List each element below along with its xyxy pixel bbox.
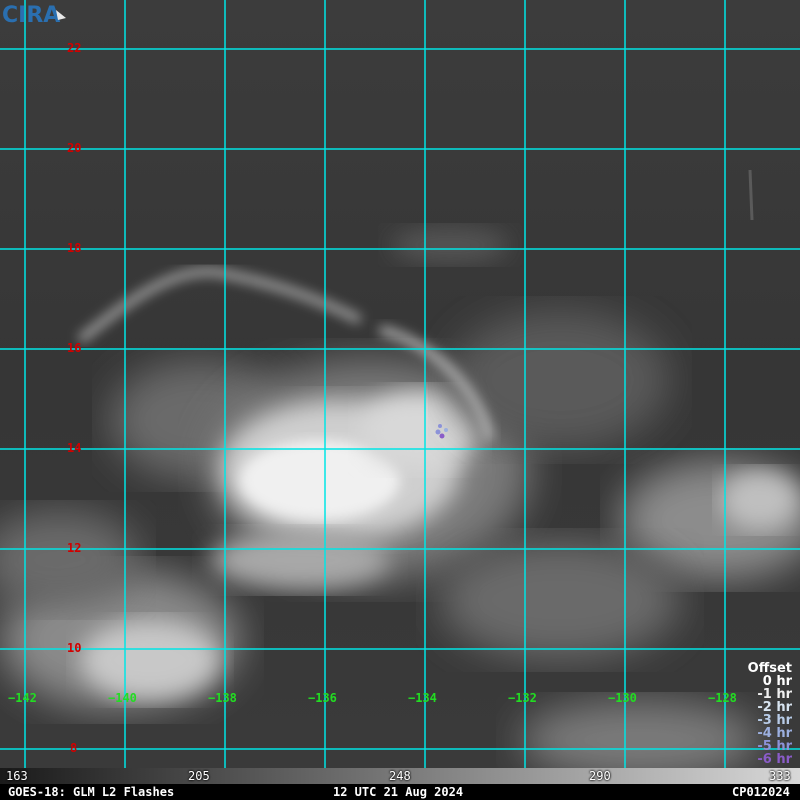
satellite-map: 22 20 18 16 14 12 10 8 −142 −140 −138 −1… bbox=[0, 0, 800, 768]
lat-label-16: 16 bbox=[67, 341, 82, 355]
lat-label-20: 20 bbox=[67, 141, 82, 155]
lat-label-8: 8 bbox=[70, 741, 78, 755]
product-label: GOES-18: GLM L2 Flashes bbox=[8, 785, 175, 799]
lon-label-134: −134 bbox=[408, 691, 437, 705]
timestamp-label: 12 UTC 21 Aug 2024 bbox=[333, 785, 464, 799]
logo-text: CIRA bbox=[2, 3, 60, 28]
lat-label-18: 18 bbox=[67, 241, 82, 255]
lat-label-10: 10 bbox=[67, 641, 82, 655]
offset-legend: Offset 0 hr -1 hr -2 hr -3 hr -4 hr -5 h… bbox=[748, 662, 792, 766]
lat-label-22: 22 bbox=[67, 41, 82, 55]
lon-label-130: −130 bbox=[608, 691, 637, 705]
scale-tick-163: 163 bbox=[6, 769, 28, 783]
lon-label-138: −138 bbox=[208, 691, 237, 705]
scale-tick-248: 248 bbox=[389, 769, 411, 783]
imagery-layer bbox=[0, 0, 800, 768]
storm-id-label: CP012024 bbox=[732, 785, 790, 799]
scale-tick-205: 205 bbox=[188, 769, 210, 783]
legend-item-minus6hr: -6 hr bbox=[757, 752, 792, 767]
lon-label-142: −142 bbox=[8, 691, 37, 705]
footer-bar: GOES-18: GLM L2 Flashes 12 UTC 21 Aug 20… bbox=[0, 784, 800, 800]
lat-label-14: 14 bbox=[67, 441, 82, 455]
scale-tick-333: 333 bbox=[769, 769, 791, 783]
lat-label-12: 12 bbox=[67, 541, 82, 555]
cira-logo: CIRA bbox=[2, 3, 66, 28]
lon-label-136: −136 bbox=[308, 691, 337, 705]
lon-label-128: −128 bbox=[708, 691, 737, 705]
lon-label-132: −132 bbox=[508, 691, 537, 705]
lon-label-140: −140 bbox=[108, 691, 137, 705]
scale-tick-290: 290 bbox=[589, 769, 611, 783]
